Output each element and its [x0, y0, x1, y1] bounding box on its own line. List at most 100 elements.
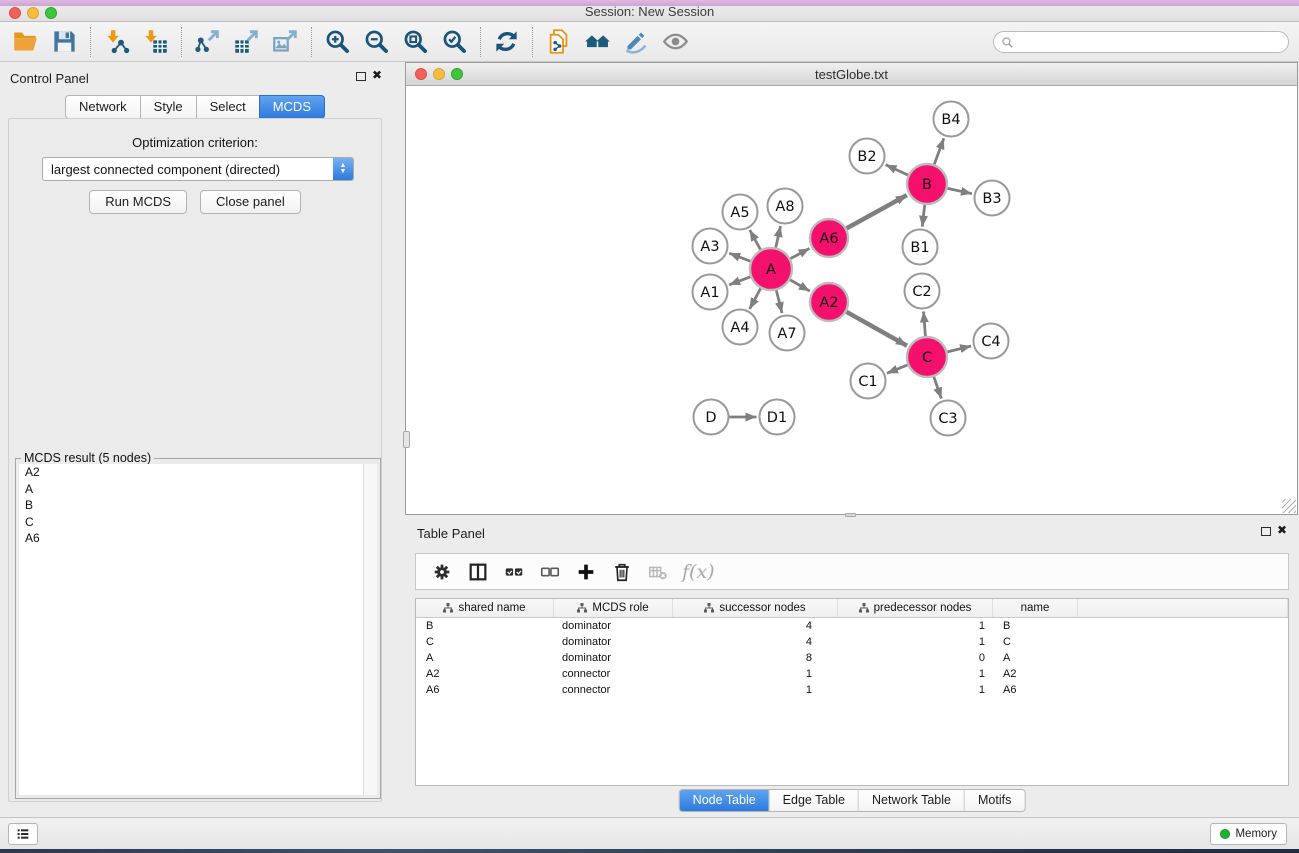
- table-row[interactable]: Adominator80A: [416, 650, 1288, 666]
- show-panels-button[interactable]: [8, 823, 38, 845]
- show-hide-graphics-button[interactable]: [656, 25, 695, 59]
- node-D[interactable]: D: [694, 400, 729, 435]
- node-B4[interactable]: B4: [934, 102, 969, 137]
- node-A7[interactable]: A7: [770, 316, 805, 351]
- import-network-button[interactable]: [97, 25, 136, 59]
- node-A3[interactable]: A3: [693, 229, 728, 264]
- memory-button[interactable]: Memory: [1210, 823, 1287, 845]
- edge-A-A5[interactable]: [750, 230, 761, 250]
- unselect-all-button[interactable]: [536, 558, 564, 586]
- app-titlebar[interactable]: Session: New Session: [0, 0, 1299, 22]
- edge-A-A8[interactable]: [776, 226, 781, 248]
- zoom-selected-button[interactable]: [435, 25, 474, 59]
- edge-A-A6[interactable]: [790, 248, 809, 258]
- float-panel-icon[interactable]: [1261, 527, 1271, 536]
- node-A2[interactable]: A2: [810, 283, 848, 321]
- table-row[interactable]: Cdominator41C: [416, 634, 1288, 650]
- clone-network-button[interactable]: [539, 25, 578, 59]
- node-A8[interactable]: A8: [768, 189, 803, 224]
- run-mcds-button[interactable]: Run MCDS: [89, 190, 187, 214]
- edge-A-A2[interactable]: [790, 280, 810, 291]
- column-header-shared-name[interactable]: shared name: [416, 599, 554, 617]
- edge-B-B1[interactable]: [922, 205, 924, 227]
- delete-table-button-disabled[interactable]: [644, 558, 672, 586]
- mcds-result-item[interactable]: B: [19, 497, 363, 514]
- node-C2[interactable]: C2: [905, 274, 940, 309]
- close-panel-icon[interactable]: ✖: [1277, 523, 1287, 537]
- table-row[interactable]: Bdominator41B: [416, 618, 1288, 634]
- tab-style[interactable]: Style: [140, 95, 197, 119]
- mcds-result-item[interactable]: A6: [19, 530, 363, 547]
- tab-network-table[interactable]: Network Table: [858, 790, 964, 811]
- close-panel-icon[interactable]: ✖: [372, 68, 382, 82]
- column-header-successor-nodes[interactable]: successor nodes: [673, 599, 838, 617]
- tab-node-table[interactable]: Node Table: [680, 790, 769, 811]
- node-B3[interactable]: B3: [975, 181, 1010, 216]
- node-C[interactable]: C: [907, 337, 947, 377]
- node-D1[interactable]: D1: [760, 400, 795, 435]
- edge-C-C4[interactable]: [947, 346, 971, 352]
- edge-A6-B[interactable]: [847, 195, 907, 228]
- first-neighbors-button[interactable]: [578, 25, 617, 59]
- node-A4[interactable]: A4: [723, 310, 758, 345]
- network-window-titlebar[interactable]: testGlobe.txt: [406, 63, 1297, 86]
- export-image-button[interactable]: [266, 25, 305, 59]
- node-A[interactable]: A: [750, 248, 792, 290]
- table-settings-button[interactable]: [428, 558, 456, 586]
- edge-B-B4[interactable]: [934, 138, 944, 164]
- export-table-button[interactable]: [227, 25, 266, 59]
- tab-motifs[interactable]: Motifs: [964, 790, 1024, 811]
- edge-B-B3[interactable]: [948, 188, 972, 193]
- edge-A2-C[interactable]: [846, 312, 907, 346]
- hide-annotations-button[interactable]: [617, 25, 656, 59]
- delete-column-button[interactable]: [608, 558, 636, 586]
- tab-edge-table[interactable]: Edge Table: [769, 790, 858, 811]
- float-panel-icon[interactable]: [356, 72, 366, 81]
- mcds-result-item[interactable]: A: [19, 481, 363, 498]
- window-resize-grip[interactable]: [1282, 499, 1296, 513]
- save-session-button[interactable]: [45, 25, 84, 59]
- column-header-mcds-role[interactable]: MCDS role: [554, 599, 673, 617]
- edge-B-B2[interactable]: [886, 165, 908, 175]
- edge-A-A4[interactable]: [750, 288, 761, 309]
- mcds-result-item[interactable]: A2: [19, 464, 363, 481]
- create-column-button[interactable]: [572, 558, 600, 586]
- function-builder-button-disabled[interactable]: f(x): [682, 561, 715, 583]
- zoom-out-button[interactable]: [357, 25, 396, 59]
- close-panel-button[interactable]: Close panel: [200, 190, 301, 214]
- zoom-fit-button[interactable]: [396, 25, 435, 59]
- table-row[interactable]: A2connector11A2: [416, 666, 1288, 682]
- import-table-button[interactable]: [136, 25, 175, 59]
- node-C1[interactable]: C1: [851, 364, 886, 399]
- edge-C-C3[interactable]: [934, 377, 941, 399]
- edge-C-C2[interactable]: [924, 311, 926, 336]
- table-row[interactable]: A6connector11A6: [416, 682, 1288, 698]
- column-header-predecessor-nodes[interactable]: predecessor nodes: [838, 599, 993, 617]
- mcds-result-scrollbar[interactable]: [363, 464, 377, 795]
- search-box[interactable]: [993, 31, 1289, 53]
- show-columns-button[interactable]: [464, 558, 492, 586]
- node-A5[interactable]: A5: [723, 195, 758, 230]
- edge-C-C1[interactable]: [887, 365, 908, 373]
- mcds-result-item[interactable]: C: [19, 514, 363, 531]
- column-header-name[interactable]: name: [993, 599, 1078, 617]
- network-graph[interactable]: AA1A2A3A4A5A6A7A8BB1B2B3B4CC1C2C3C4DD1: [406, 86, 1297, 514]
- criterion-dropdown[interactable]: largest connected component (directed) ▲…: [42, 157, 354, 181]
- node-C4[interactable]: C4: [974, 324, 1009, 359]
- select-all-button[interactable]: [500, 558, 528, 586]
- search-input[interactable]: [1018, 33, 1288, 51]
- edge-A-A1[interactable]: [729, 277, 750, 285]
- splitpane-grip[interactable]: [403, 431, 410, 448]
- open-session-button[interactable]: [6, 25, 45, 59]
- tab-network[interactable]: Network: [65, 95, 141, 119]
- node-A6[interactable]: A6: [810, 219, 848, 257]
- node-B[interactable]: B: [907, 164, 947, 204]
- tab-select[interactable]: Select: [196, 95, 260, 119]
- node-A1[interactable]: A1: [693, 275, 728, 310]
- network-canvas[interactable]: AA1A2A3A4A5A6A7A8BB1B2B3B4CC1C2C3C4DD1: [406, 86, 1297, 514]
- mcds-result-list[interactable]: A2ABCA6: [19, 464, 363, 795]
- export-network-button[interactable]: [188, 25, 227, 59]
- node-B1[interactable]: B1: [903, 230, 938, 265]
- refresh-button[interactable]: [487, 25, 526, 59]
- node-B2[interactable]: B2: [850, 139, 885, 174]
